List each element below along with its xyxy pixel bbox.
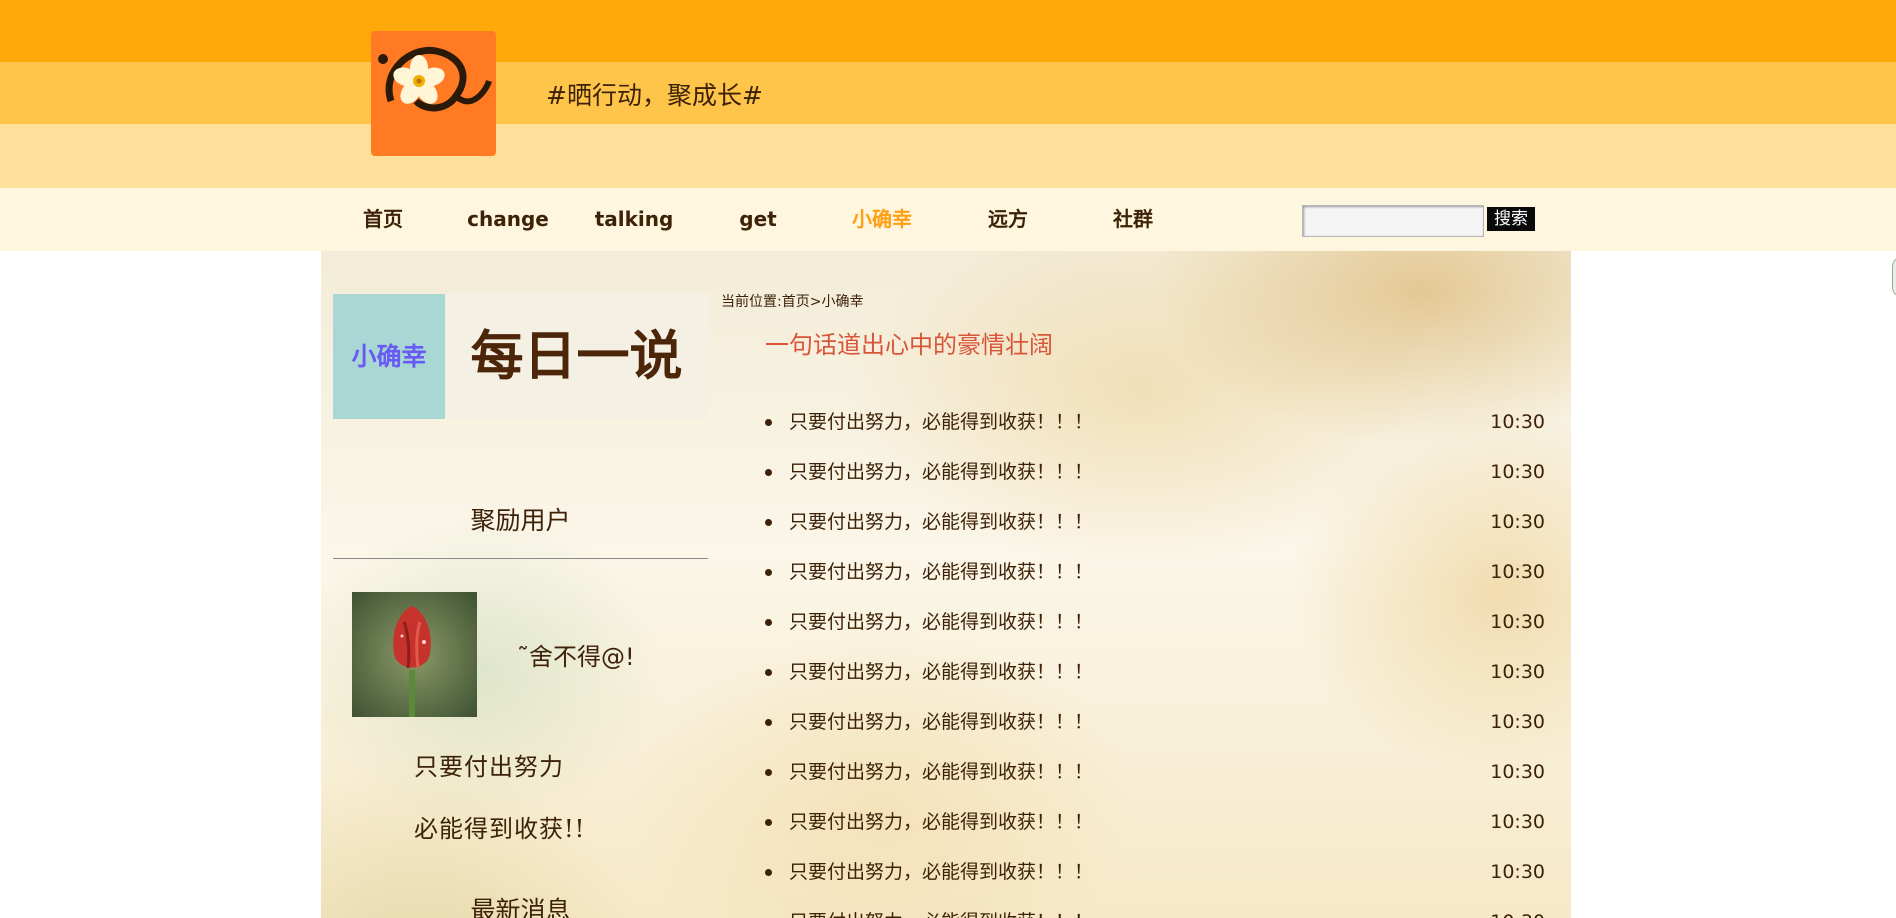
nav-item-change[interactable]: change xyxy=(456,188,560,251)
header-band-bottom xyxy=(0,124,1896,188)
nav-item-xiaoquexing[interactable]: 小确幸 xyxy=(834,188,930,251)
message-text[interactable]: 只要付出努力，必能得到收获！！！ xyxy=(789,847,1093,897)
bullet-icon xyxy=(765,719,772,726)
list-item[interactable]: 只要付出努力，必能得到收获！！！ 10:30 xyxy=(765,547,1545,597)
nav-item-home[interactable]: 首页 xyxy=(345,188,421,251)
message-time: 10:30 xyxy=(1490,461,1545,483)
user-name[interactable]: ˜舍不得@! xyxy=(517,637,635,672)
message-text[interactable]: 只要付出努力，必能得到收获！！！ xyxy=(789,447,1093,497)
message-time: 10:30 xyxy=(1490,711,1545,733)
bullet-icon xyxy=(765,519,772,526)
message-text[interactable]: 只要付出努力，必能得到收获！！！ xyxy=(789,497,1093,547)
list-item[interactable]: 只要付出努力，必能得到收获！！！ 10:30 xyxy=(765,497,1545,547)
bullet-icon xyxy=(765,769,772,776)
search-input[interactable] xyxy=(1302,205,1484,237)
message-text[interactable]: 只要付出努力，必能得到收获！！！ xyxy=(789,597,1093,647)
bullet-icon xyxy=(765,869,772,876)
nav-item-get[interactable]: get xyxy=(720,188,796,251)
site-logo[interactable] xyxy=(371,31,496,156)
breadcrumb: 当前位置:首页>小确幸 xyxy=(721,294,864,310)
message-time: 10:30 xyxy=(1490,661,1545,683)
sidebar-title: 每日一说 xyxy=(470,326,683,387)
list-item[interactable]: 只要付出努力，必能得到收获！！！ 10:30 xyxy=(765,847,1545,897)
list-item[interactable]: 只要付出努力，必能得到收获！！！ 10:30 xyxy=(765,647,1545,697)
list-item[interactable]: 只要付出努力，必能得到收获！！！ 10:30 xyxy=(765,397,1545,447)
nav-item-talking[interactable]: talking xyxy=(582,188,686,251)
bullet-icon xyxy=(765,569,772,576)
message-time: 10:30 xyxy=(1490,811,1545,833)
bullet-icon xyxy=(765,619,772,626)
nav-item-yuanfang[interactable]: 远方 xyxy=(970,188,1046,251)
message-time: 10:30 xyxy=(1490,411,1545,433)
message-text[interactable]: 只要付出努力，必能得到收获！！！ xyxy=(789,797,1093,847)
section-title-news: 最新消息 xyxy=(470,896,571,918)
bullet-icon xyxy=(765,819,772,826)
category-tag: 小确幸 xyxy=(333,294,445,419)
section-title-users: 聚励用户 xyxy=(470,506,571,535)
message-time: 10:30 xyxy=(1490,511,1545,533)
search-button[interactable]: 搜索 xyxy=(1487,207,1535,231)
message-text[interactable]: 只要付出努力，必能得到收获！！！ xyxy=(789,697,1093,747)
message-time: 10:30 xyxy=(1490,861,1545,883)
bullet-icon xyxy=(765,469,772,476)
list-item[interactable]: 只要付出努力，必能得到收获！！！ 10:30 xyxy=(765,697,1545,747)
section-divider xyxy=(333,558,708,559)
main-nav: 首页 change talking get 小确幸 远方 社群 xyxy=(0,188,1896,251)
flower-logo-icon xyxy=(378,46,492,112)
message-text[interactable]: 只要付出努力，必能得到收获！！！ xyxy=(789,747,1093,797)
quote-line-1: 只要付出努力 xyxy=(414,753,564,781)
side-widget-handle[interactable] xyxy=(1892,256,1896,298)
content-area: 小确幸 每日一说 聚励用户 ˜舍不得@! 只要付出努力 必能得到收获!! 最新消… xyxy=(321,251,1571,918)
message-time: 10:30 xyxy=(1490,897,1545,918)
quote-line-2: 必能得到收获!! xyxy=(414,815,586,843)
message-text[interactable]: 只要付出努力，必能得到收获！！！ xyxy=(789,897,1093,918)
message-text[interactable]: 只要付出努力，必能得到收获！！！ xyxy=(789,547,1093,597)
list-item[interactable]: 只要付出努力，必能得到收获！！！ 10:30 xyxy=(765,447,1545,497)
list-item[interactable]: 只要付出努力，必能得到收获！！！ 10:30 xyxy=(765,747,1545,797)
page-heading: 一句话道出心中的豪情壮阔 xyxy=(765,331,1053,359)
list-item[interactable]: 只要付出努力，必能得到收获！！！ 10:30 xyxy=(765,597,1545,647)
nav-item-shequn[interactable]: 社群 xyxy=(1095,188,1171,251)
sidebar-title-box: 小确幸 每日一说 xyxy=(333,294,708,419)
site-header: #晒行动，聚成长# xyxy=(0,0,1896,188)
tulip-image xyxy=(352,592,477,717)
message-time: 10:30 xyxy=(1490,611,1545,633)
header-band-top xyxy=(0,0,1896,62)
header-band-middle xyxy=(0,62,1896,124)
message-text[interactable]: 只要付出努力，必能得到收获！！！ xyxy=(789,647,1093,697)
list-item[interactable]: 只要付出努力，必能得到收获！！！ 10:30 xyxy=(765,797,1545,847)
message-text[interactable]: 只要付出努力，必能得到收获！！！ xyxy=(789,397,1093,447)
message-time: 10:30 xyxy=(1490,761,1545,783)
list-item[interactable]: 只要付出努力，必能得到收获！！！ 10:30 xyxy=(765,897,1545,918)
header-slogan: #晒行动，聚成长# xyxy=(546,81,763,110)
user-avatar[interactable] xyxy=(352,592,477,717)
message-time: 10:30 xyxy=(1490,561,1545,583)
bullet-icon xyxy=(765,419,772,426)
bullet-icon xyxy=(765,669,772,676)
